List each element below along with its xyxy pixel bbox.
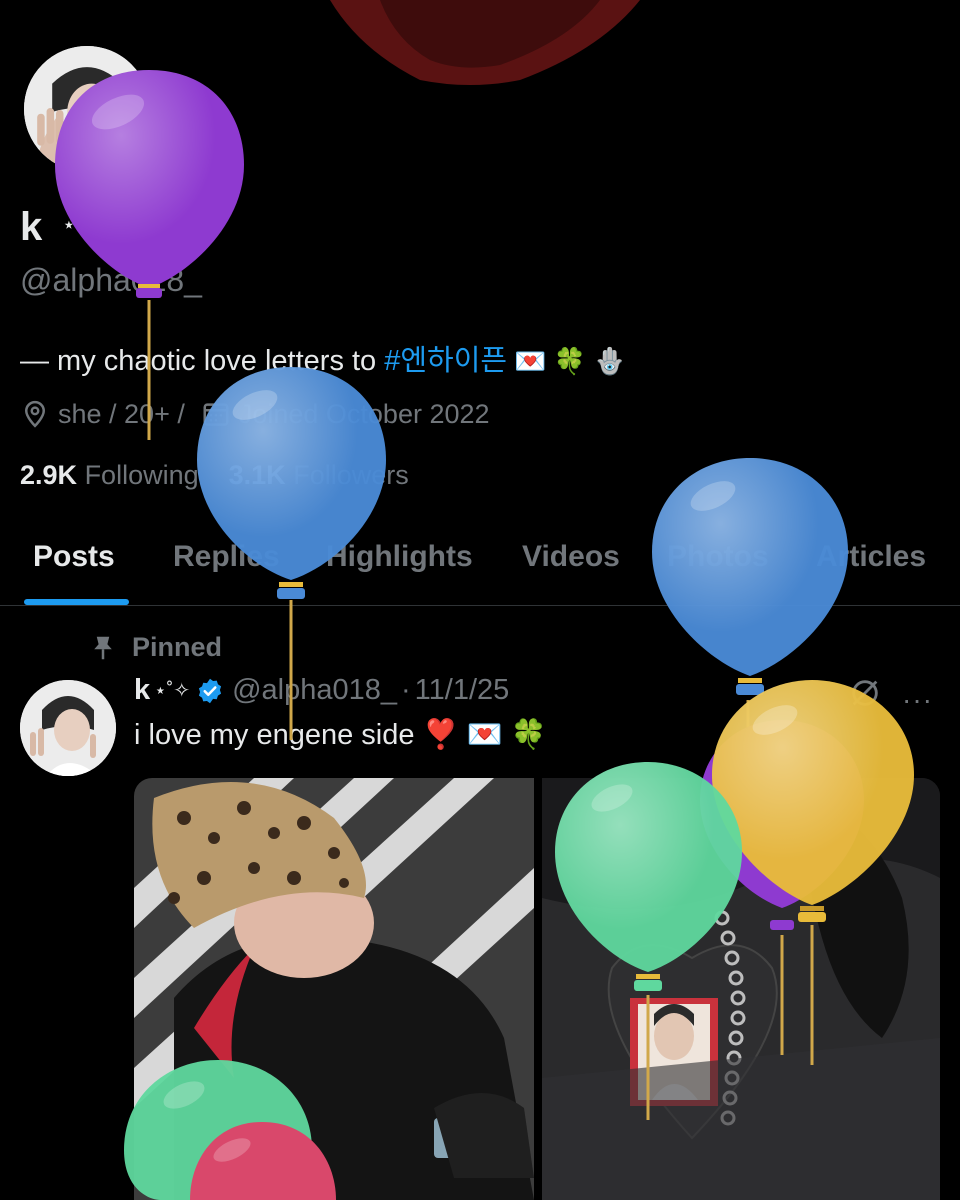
profile-handle: @alpha018_	[20, 262, 202, 298]
post-author-handle[interactable]: @alpha018_	[232, 674, 397, 707]
calendar-icon	[203, 403, 229, 426]
pin-icon	[94, 636, 112, 659]
profile-joined-date: Joined October 2022	[238, 398, 490, 429]
tab-highlights[interactable]: Highlights	[326, 540, 473, 574]
post-photo-2[interactable]	[542, 778, 940, 1200]
following-count: 2.9K	[20, 460, 78, 490]
grok-icon[interactable]	[848, 676, 882, 710]
profile-avatar[interactable]	[20, 42, 154, 176]
followers-link[interactable]: 3.1K Followers	[229, 460, 409, 490]
post-text: i love my engene side ❣️ 💌 🍀	[134, 719, 547, 751]
post-author-avatar[interactable]	[20, 680, 116, 776]
profile-tabs: Posts Replies Highlights Videos Photos A…	[0, 520, 960, 606]
followers-count: 3.1K	[228, 460, 286, 490]
post-header: k ⋆˚✧ @alpha018_ · 11/1/25	[134, 674, 509, 707]
profile-follow-stats: 2.9K Following 3.1K Followers	[20, 460, 409, 491]
tab-replies[interactable]: Replies	[173, 540, 280, 574]
balloon-blue-2	[652, 458, 848, 780]
bio-text: — my chaotic love letters to	[20, 345, 385, 377]
followers-label: Followers	[293, 460, 409, 490]
pinned-label: Pinned	[132, 632, 223, 662]
more-icon[interactable]: ···	[902, 684, 933, 716]
post-date[interactable]: 11/1/25	[415, 674, 510, 707]
profile-pronouns: she / 20+ /	[58, 398, 185, 429]
profile-meta: she / 20+ / Joined October 2022	[20, 396, 490, 432]
following-label: Following	[84, 460, 199, 490]
post-separator: ·	[401, 674, 411, 706]
post-author-decoration: ⋆˚✧	[154, 680, 191, 702]
tab-posts[interactable]: Posts	[33, 540, 115, 574]
post-verified-badge-icon[interactable]	[196, 677, 224, 705]
bio-emojis: 💌 🍀 🪬	[507, 346, 626, 376]
following-link[interactable]: 2.9K Following	[20, 460, 199, 490]
post-photo-1[interactable]	[134, 778, 534, 1200]
post-author-name[interactable]: k	[134, 674, 150, 707]
tab-photos[interactable]: Photos	[667, 540, 769, 574]
active-tab-indicator	[24, 599, 129, 605]
verified-badge-icon[interactable]	[138, 211, 170, 243]
profile-display-name: k	[20, 205, 43, 249]
pinned-indicator: Pinned	[88, 632, 222, 663]
tab-articles[interactable]: Articles	[816, 540, 926, 574]
bio-hashtag-link[interactable]: #엔하이픈	[384, 345, 507, 377]
profile-bio: — my chaotic love letters to #엔하이픈 💌 🍀 🪬	[20, 337, 626, 379]
profile-name-decoration: ⋆˚✧	[62, 212, 108, 237]
location-icon	[24, 400, 46, 428]
tab-videos[interactable]: Videos	[522, 540, 620, 574]
